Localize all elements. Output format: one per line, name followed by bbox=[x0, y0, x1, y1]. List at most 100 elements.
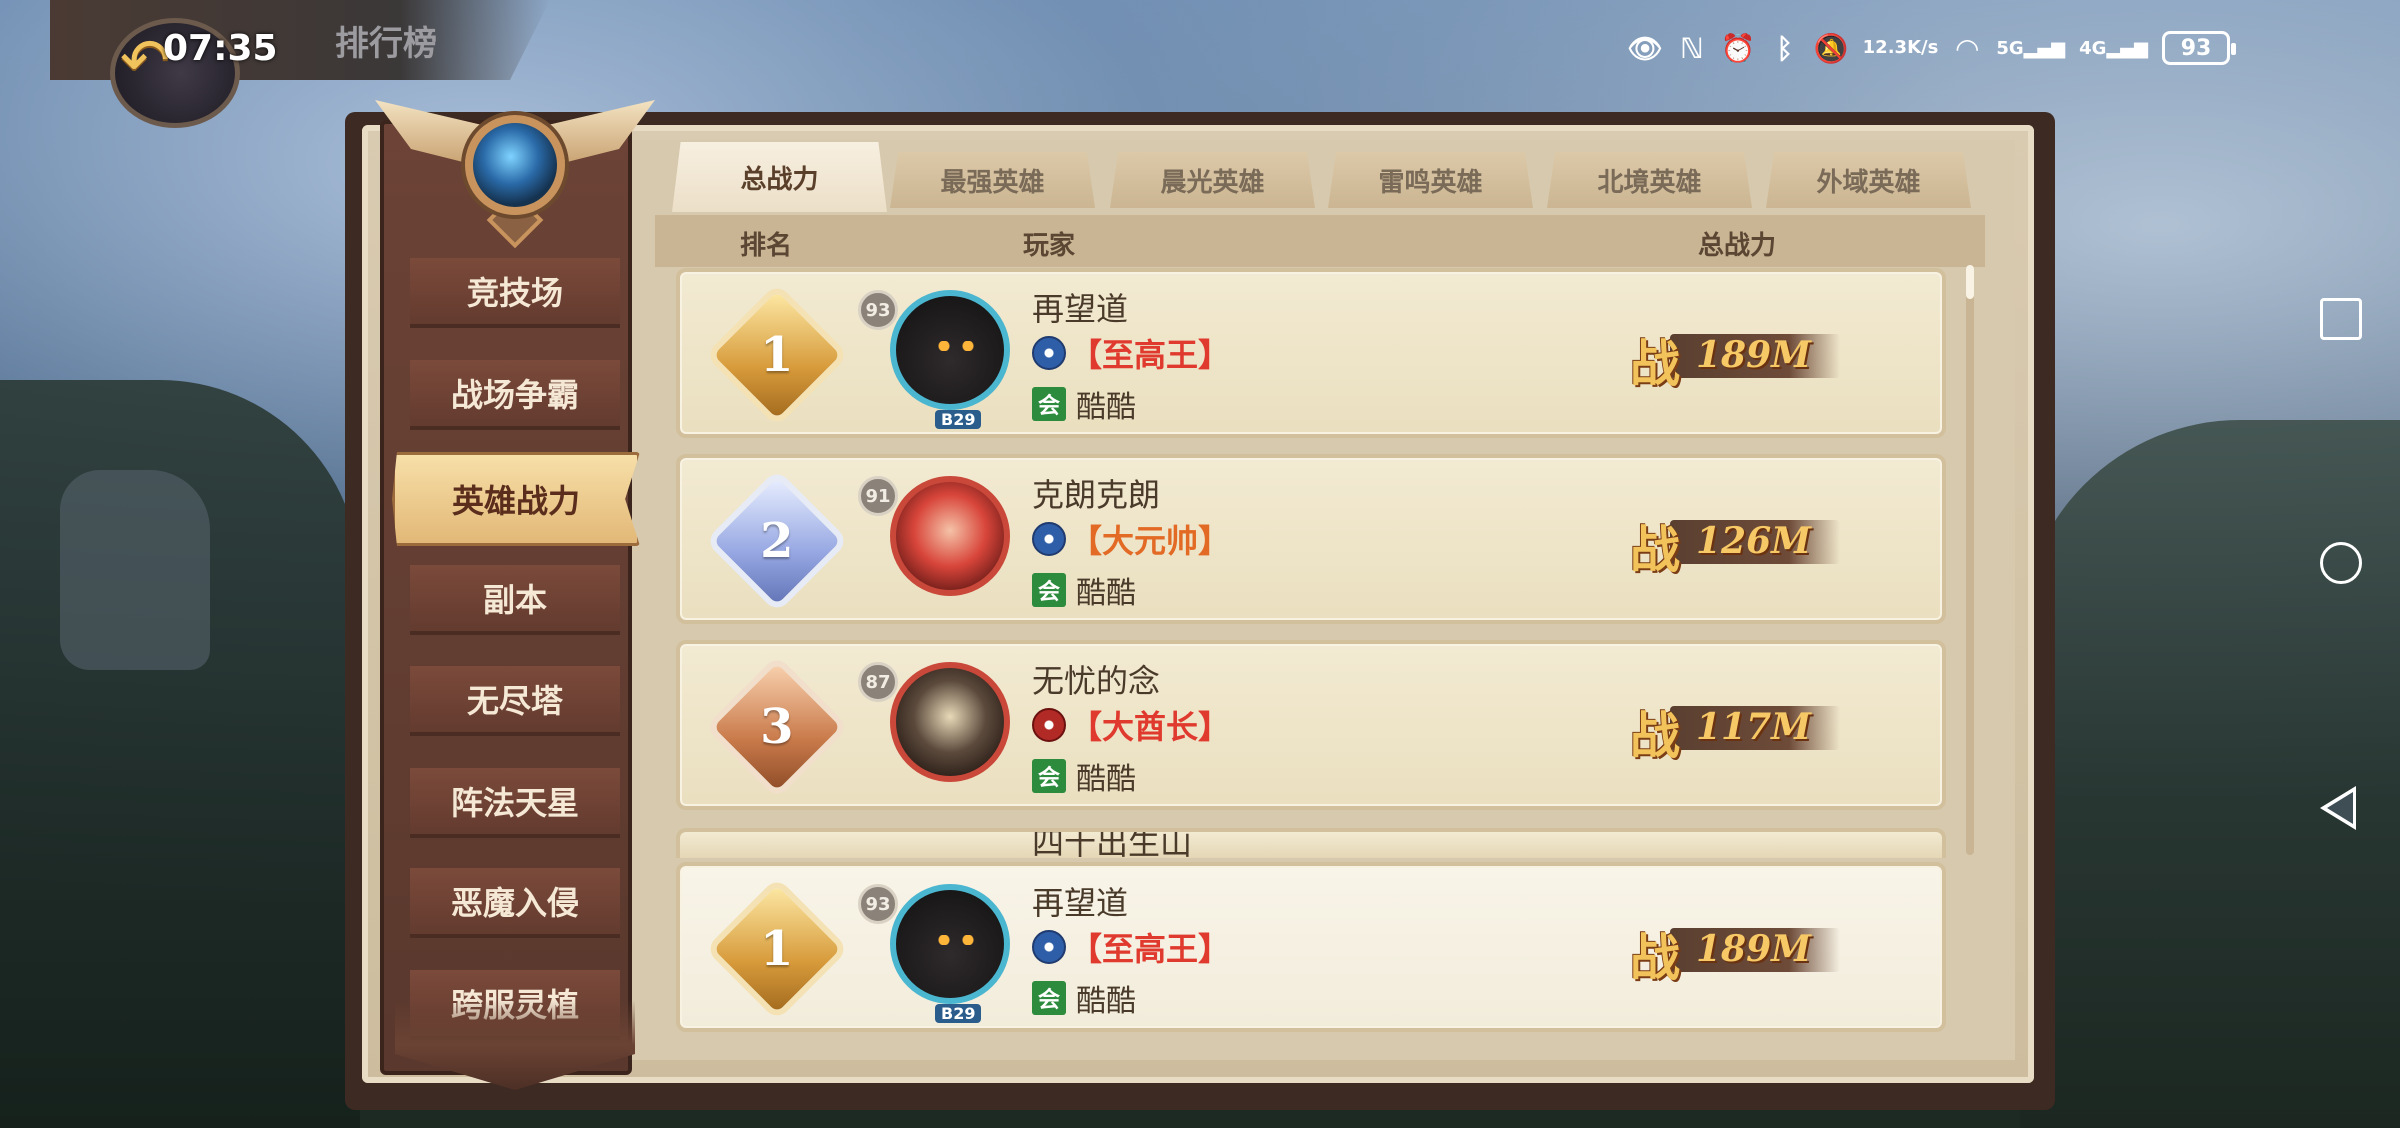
player-title: 【大元帅】 bbox=[1032, 516, 1230, 562]
battery-indicator: 93 bbox=[2162, 31, 2236, 65]
power-icon: 战 bbox=[1630, 928, 1680, 987]
rank-number: 1 bbox=[760, 921, 794, 977]
background-rock bbox=[60, 470, 210, 670]
tab-strongest-hero[interactable]: 最强英雄 bbox=[890, 152, 1095, 208]
rank-number: 3 bbox=[760, 699, 794, 755]
wifi-icon: ◠ bbox=[1956, 31, 1979, 65]
player-avatar[interactable] bbox=[890, 662, 1010, 782]
guild-icon: 会 bbox=[1032, 387, 1066, 421]
rank-badge-gold: 1 bbox=[713, 885, 841, 1013]
ranking-row-2[interactable]: 2 91 克朗克朗 【大元帅】 会 酷酷 战 126M bbox=[676, 454, 1946, 624]
guild-name: 酷酷 bbox=[1076, 576, 1136, 611]
list-scrollbar-thumb[interactable] bbox=[1966, 265, 1974, 299]
signal-4g: 4G ▂▄▆ bbox=[2079, 37, 2148, 59]
sidebar-item-demon-invasion[interactable]: 恶魔入侵 bbox=[410, 868, 620, 938]
faction-icon bbox=[1032, 708, 1066, 742]
my-ranking-row[interactable]: 1 93 B29 再望道 【至高王】 会 酷酷 战 189M bbox=[676, 862, 1946, 1032]
background-hill-right bbox=[2020, 420, 2400, 1128]
guild-info: 会 酷酷 bbox=[1032, 568, 1136, 612]
power-number: 189M bbox=[1696, 334, 1811, 376]
sidebar-item-hero-power[interactable]: 英雄战力 bbox=[392, 452, 640, 546]
guild-icon: 会 bbox=[1032, 759, 1066, 793]
sidebar-item-battlefield[interactable]: 战场争霸 bbox=[410, 360, 620, 430]
player-avatar[interactable] bbox=[890, 476, 1010, 596]
tab-thunder-hero[interactable]: 雷鸣英雄 bbox=[1328, 152, 1533, 208]
power-icon: 战 bbox=[1630, 706, 1680, 765]
tab-north-hero[interactable]: 北境英雄 bbox=[1547, 152, 1752, 208]
avatar-eyes bbox=[936, 341, 976, 351]
power-number: 126M bbox=[1696, 520, 1811, 562]
system-back-button[interactable] bbox=[2320, 786, 2356, 830]
avatar-eyes bbox=[936, 935, 976, 945]
player-title: 【至高王】 bbox=[1032, 330, 1230, 376]
power-value: 战 126M bbox=[1630, 510, 1840, 579]
header-total-power: 总战力 bbox=[1698, 231, 1777, 261]
ranking-row-1[interactable]: 1 93 B29 再望道 【至高王】 会 酷酷 战 189M bbox=[676, 268, 1946, 438]
power-icon: 战 bbox=[1630, 334, 1680, 393]
player-name: 再望道 bbox=[1032, 290, 1129, 328]
status-bar: 👁 ℕ ⏰ ᛒ 🔕 12.3 K/s ◠ 5G ▂▄▆ 4G ▂▄▆ 93 bbox=[1627, 18, 2236, 78]
level-badge: 93 bbox=[858, 884, 898, 924]
rank-number: 2 bbox=[760, 513, 794, 569]
player-name: 克朗克朗 bbox=[1032, 476, 1161, 514]
rank-badge-gold: 1 bbox=[713, 291, 841, 419]
nfc-icon: ℕ bbox=[1680, 31, 1704, 65]
header-player: 玩家 bbox=[1023, 231, 1076, 261]
guild-name: 酷酷 bbox=[1076, 984, 1136, 1019]
mute-icon: 🔕 bbox=[1813, 31, 1849, 65]
title-text: 【大酋长】 bbox=[1070, 708, 1231, 746]
sidebar-item-dungeon[interactable]: 副本 bbox=[410, 565, 620, 635]
guild-info: 会 酷酷 bbox=[1032, 754, 1136, 798]
avatar-tag: B29 bbox=[935, 1004, 982, 1023]
power-number: 117M bbox=[1696, 706, 1811, 748]
guild-icon: 会 bbox=[1032, 573, 1066, 607]
faction-icon bbox=[1032, 930, 1066, 964]
guild-name: 酷酷 bbox=[1076, 390, 1136, 425]
emblem-orb bbox=[465, 115, 565, 215]
recent-apps-button[interactable] bbox=[2320, 298, 2362, 340]
list-header: 排名 玩家 总战力 bbox=[655, 215, 1985, 267]
power-number: 189M bbox=[1696, 928, 1811, 970]
eye-icon: 👁 bbox=[1627, 31, 1663, 65]
faction-icon bbox=[1032, 522, 1066, 556]
player-name: 再望道 bbox=[1032, 884, 1129, 922]
ranking-row-3[interactable]: 3 87 无忧的念 【大酋长】 会 酷酷 战 117M bbox=[676, 640, 1946, 810]
list-scrollbar[interactable] bbox=[1966, 265, 1974, 855]
home-button[interactable] bbox=[2320, 542, 2362, 584]
guild-info: 会 酷酷 bbox=[1032, 382, 1136, 426]
power-value: 战 117M bbox=[1630, 696, 1840, 765]
power-value: 战 189M bbox=[1630, 324, 1840, 393]
rank-number: 1 bbox=[760, 327, 794, 383]
status-clock: 07:35 bbox=[163, 28, 278, 69]
player-title: 【大酋长】 bbox=[1032, 702, 1230, 748]
title-text: 【大元帅】 bbox=[1070, 522, 1231, 560]
bluetooth-icon: ᛒ bbox=[1776, 31, 1794, 65]
tab-dawn-hero[interactable]: 晨光英雄 bbox=[1110, 152, 1315, 208]
signal-5g: 5G ▂▄▆ bbox=[1996, 37, 2066, 59]
ranking-emblem bbox=[375, 100, 655, 249]
guild-icon: 会 bbox=[1032, 981, 1066, 1015]
level-badge: 93 bbox=[858, 290, 898, 330]
player-avatar[interactable] bbox=[890, 884, 1010, 1004]
tab-outland-hero[interactable]: 外域英雄 bbox=[1766, 152, 1971, 208]
rank-badge-bronze: 3 bbox=[713, 663, 841, 791]
level-badge: 91 bbox=[858, 476, 898, 516]
power-value: 战 189M bbox=[1630, 918, 1840, 987]
title-text: 【至高王】 bbox=[1070, 336, 1231, 374]
ranking-row-4-partial[interactable]: 四十出生山 bbox=[676, 828, 1946, 858]
sidebar-item-arena[interactable]: 竞技场 bbox=[410, 258, 620, 328]
tab-total-power[interactable]: 总战力 bbox=[672, 142, 887, 212]
level-badge: 87 bbox=[858, 662, 898, 702]
header-rank: 排名 bbox=[740, 231, 793, 261]
title-text: 【至高王】 bbox=[1070, 930, 1231, 968]
sidebar-item-formation[interactable]: 阵法天星 bbox=[410, 768, 620, 838]
avatar-tag: B29 bbox=[935, 410, 982, 429]
faction-icon bbox=[1032, 336, 1066, 370]
guild-info: 会 酷酷 bbox=[1032, 976, 1136, 1020]
player-name: 无忧的念 bbox=[1032, 662, 1161, 700]
page-title: 排行榜 bbox=[335, 24, 437, 64]
alarm-icon: ⏰ bbox=[1720, 31, 1756, 65]
network-speed: 12.3 K/s bbox=[1862, 37, 1939, 58]
sidebar-item-endless-tower[interactable]: 无尽塔 bbox=[410, 666, 620, 736]
player-avatar[interactable] bbox=[890, 290, 1010, 410]
